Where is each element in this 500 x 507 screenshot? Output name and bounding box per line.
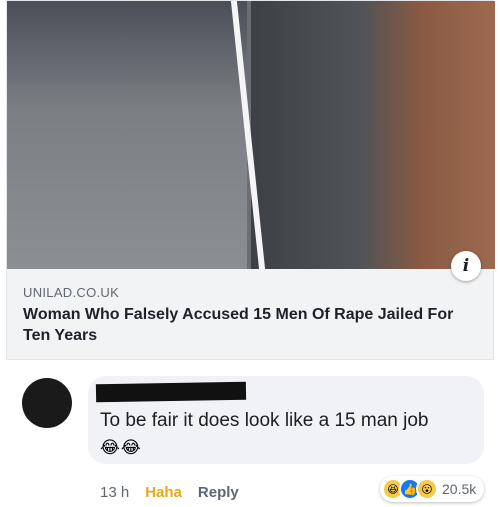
commenter-name-redaction xyxy=(95,381,247,403)
article-photo-right xyxy=(251,1,495,269)
comment-emojis: 😂😂 xyxy=(100,438,142,457)
reaction-summary[interactable]: 😆 👍 😮 20.5k xyxy=(380,476,485,502)
article-photo-left xyxy=(7,1,247,269)
comment-timestamp[interactable]: 13 h xyxy=(100,484,129,501)
comment-actions: 13 h Haha Reply xyxy=(100,484,239,501)
link-title[interactable]: Woman Who Falsely Accused 15 Men Of Rape… xyxy=(23,304,483,346)
comment-text: To be fair it does look like a 15 man jo… xyxy=(100,410,429,431)
reaction-count: 20.5k xyxy=(442,481,477,497)
haha-button[interactable]: Haha xyxy=(145,484,182,501)
reply-button[interactable]: Reply xyxy=(198,484,239,501)
info-icon[interactable]: i xyxy=(451,251,481,281)
wow-icon: 😮 xyxy=(416,478,438,500)
avatar[interactable] xyxy=(22,378,72,428)
article-photo xyxy=(7,1,495,269)
link-domain: UNILAD.CO.UK xyxy=(23,285,120,300)
link-preview-card[interactable]: i UNILAD.CO.UK Woman Who Falsely Accused… xyxy=(6,0,495,360)
